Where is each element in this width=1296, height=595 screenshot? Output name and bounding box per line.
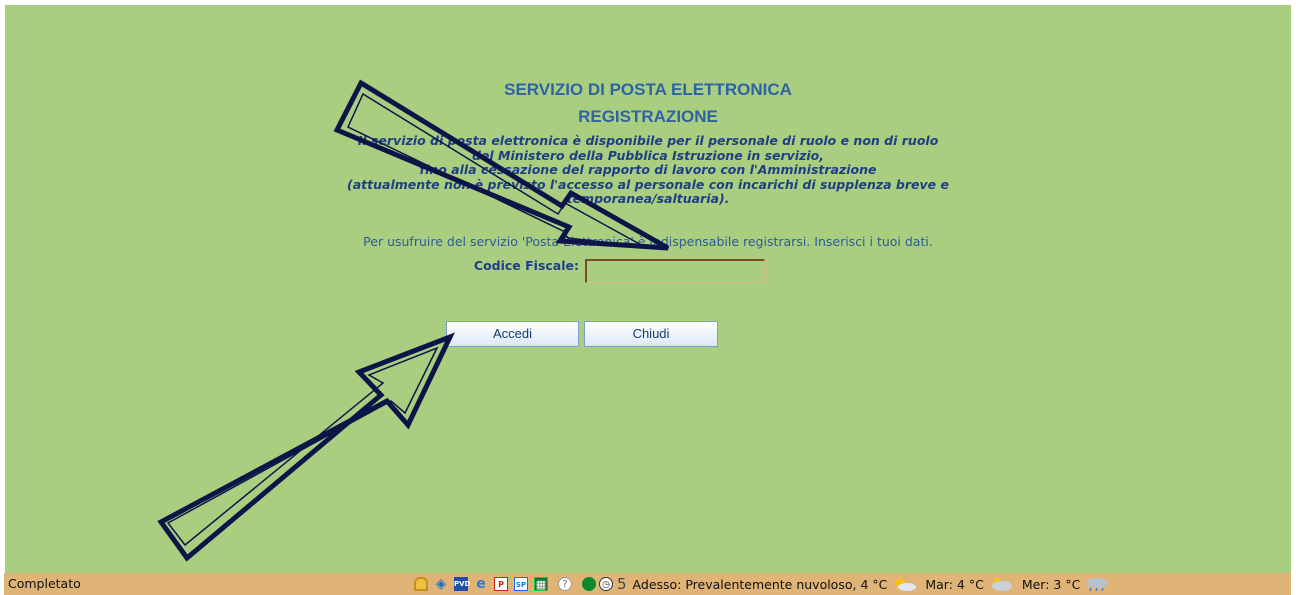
status-text: Completato bbox=[8, 576, 81, 591]
pin-icon[interactable]: ? bbox=[558, 577, 572, 591]
green-dot-icon[interactable] bbox=[582, 577, 596, 591]
weather-tuesday[interactable]: Mar: 4 °C bbox=[925, 577, 983, 592]
annotation-arrows bbox=[157, 79, 670, 562]
partly-cloudy-icon bbox=[895, 578, 917, 591]
pvd-icon[interactable]: PVD bbox=[454, 577, 470, 591]
page-content: SERVIZIO DI POSTA ELETTRONICA REGISTRAZI… bbox=[5, 5, 1291, 573]
calculator-icon[interactable]: ▦ bbox=[534, 577, 548, 591]
pdf-icon[interactable]: P bbox=[494, 577, 508, 591]
cloudy-icon bbox=[991, 578, 1012, 591]
sp-icon[interactable]: SP bbox=[514, 577, 528, 591]
lock-icon[interactable] bbox=[414, 577, 428, 591]
weather-now[interactable]: Adesso: Prevalentemente nuvoloso, 4 °C bbox=[633, 577, 888, 592]
rain-cloud-icon bbox=[1086, 578, 1109, 591]
browser-status-bar: Completato ◈ PVD e P SP ▦ ? ◷ 5 Adesso: … bbox=[0, 573, 1296, 595]
weather-wednesday[interactable]: Mer: 3 °C bbox=[1022, 577, 1080, 592]
counter: 5 bbox=[617, 575, 627, 593]
status-tray: ◈ PVD e P SP ▦ ? ◷ 5 Adesso: Prevalentem… bbox=[414, 575, 1118, 593]
eye-icon[interactable]: ◈ bbox=[434, 577, 448, 591]
clock-icon[interactable]: ◷ bbox=[599, 577, 613, 591]
ie-icon[interactable]: e bbox=[474, 577, 488, 591]
